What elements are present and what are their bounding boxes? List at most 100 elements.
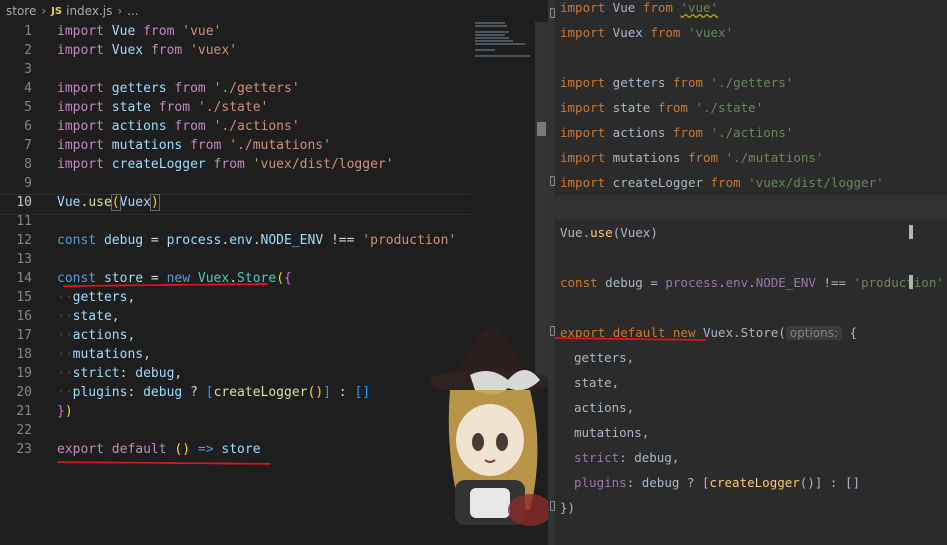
keyword: import <box>57 24 104 39</box>
identifier: : debug, <box>619 450 680 465</box>
parameter-hint: options: <box>785 326 843 340</box>
keyword: import <box>560 100 606 115</box>
breadcrumb-folder[interactable]: store <box>6 4 36 18</box>
identifier: state, <box>72 309 120 324</box>
code-line[interactable]: export default () => store <box>57 440 261 459</box>
function: use <box>590 225 613 240</box>
code-line[interactable]: strict: debug, <box>574 445 679 470</box>
line-number: 10 <box>16 195 32 210</box>
code-line[interactable]: const debug = process.env.NODE_ENV !== '… <box>57 231 456 250</box>
identifier: Vuex.Store( <box>695 325 786 340</box>
keyword: import <box>560 175 606 190</box>
code-line[interactable]: import getters from './getters' <box>57 79 300 98</box>
code-line[interactable]: import getters from './getters' <box>560 70 793 95</box>
identifier: env <box>725 275 749 290</box>
identifier: Vue. <box>560 225 591 240</box>
code-line[interactable]: }) <box>560 495 575 520</box>
minimap[interactable] <box>475 22 535 82</box>
code-line[interactable]: import actions from './actions' <box>57 117 300 136</box>
current-line-highlight <box>554 195 947 220</box>
scrollbar-thumb[interactable] <box>537 122 546 136</box>
string: 'production' <box>362 233 457 248</box>
code-line[interactable]: ··state, <box>57 307 120 326</box>
code-line[interactable]: import actions from './actions' <box>560 120 793 145</box>
line-number: 4 <box>24 81 32 96</box>
keyword: from <box>213 157 245 172</box>
code-line[interactable]: ··mutations, <box>57 345 151 364</box>
code-line[interactable]: import Vue from 'vue' <box>57 22 221 41</box>
code-line[interactable]: actions, <box>574 395 634 420</box>
code-line[interactable]: plugins: debug ? [createLogger()] : [] <box>574 470 860 495</box>
fold-marker-icon[interactable] <box>550 501 555 511</box>
keyword: import <box>57 81 104 96</box>
keyword: const <box>57 233 97 248</box>
indent-guide: ·· <box>57 328 73 343</box>
identifier: process <box>665 275 719 290</box>
fold-marker-icon[interactable] <box>550 176 555 186</box>
identifier: (Vuex) <box>612 225 658 240</box>
code-line[interactable]: const debug = process.env.NODE_ENV !== '… <box>560 270 944 295</box>
code-line[interactable]: getters, <box>574 345 634 370</box>
line-number: 22 <box>16 423 32 438</box>
code-line[interactable]: import createLogger from 'vuex/dist/logg… <box>560 170 884 195</box>
keyword: from <box>158 100 191 115</box>
identifier: debug <box>103 233 144 248</box>
keyword: import <box>560 75 606 90</box>
code-line[interactable]: import state from './state' <box>57 98 268 117</box>
code-line[interactable]: mutations, <box>574 420 649 445</box>
code-line[interactable]: }) <box>57 402 73 421</box>
code-line[interactable]: import Vuex from 'vuex' <box>560 20 733 45</box>
fold-marker-icon[interactable] <box>550 8 555 18</box>
string: './actions' <box>213 119 300 134</box>
string: './actions' <box>710 125 794 140</box>
keyword: from <box>642 0 673 15</box>
code-line[interactable]: ··plugins: debug ? [createLogger()] : [] <box>57 383 370 402</box>
code-line[interactable]: export default new Vuex.Store(options: { <box>560 320 857 346</box>
function: createLogger <box>213 385 308 400</box>
string: './getters' <box>213 81 300 96</box>
keyword: from <box>143 24 175 39</box>
code-line[interactable]: ··strict: debug, <box>57 364 182 383</box>
string: './state' <box>197 100 269 115</box>
identifier: actions, <box>574 400 635 415</box>
identifier: Vuex <box>111 43 144 58</box>
line-number: 12 <box>16 233 32 248</box>
code-line[interactable]: ··getters, <box>57 288 135 307</box>
code-line[interactable]: import mutations from './mutations' <box>560 145 823 170</box>
operator: = <box>143 233 167 248</box>
code-line[interactable]: import mutations from './mutations' <box>57 136 331 155</box>
string: 'vue' <box>182 24 222 39</box>
line-number: 17 <box>16 328 32 343</box>
code-line[interactable]: import Vue from 'vue' <box>560 0 718 20</box>
indent-guide: ·· <box>57 309 73 324</box>
code-line[interactable]: ··actions, <box>57 326 135 345</box>
string: './mutations' <box>229 138 331 153</box>
function: createLogger <box>709 475 800 490</box>
identifier: createLogger <box>605 175 711 190</box>
fold-marker-icon[interactable] <box>550 326 555 336</box>
code-line[interactable]: state, <box>574 370 619 395</box>
red-underline <box>56 461 272 465</box>
bracket: ( <box>110 194 121 211</box>
character-illustration <box>430 328 548 526</box>
keyword: import <box>560 150 606 165</box>
string: 'vue' <box>680 0 719 15</box>
code-line[interactable]: Vue.use(Vuex) <box>560 220 658 245</box>
code-line[interactable]: import createLogger from 'vuex/dist/logg… <box>57 155 394 174</box>
code-line[interactable]: Vue.use(Vuex) <box>57 193 160 212</box>
code-line[interactable]: import state from './state' <box>560 95 763 120</box>
line-number: 2 <box>24 43 32 58</box>
vscode-editor-pane[interactable]: store › JS index.js › ... 1 2 3 4 5 6 7 … <box>0 0 548 545</box>
js-file-icon: JS <box>51 5 63 17</box>
jetbrains-editor-pane[interactable]: import Vue from 'vue' import Vuex from '… <box>548 0 947 545</box>
operator: !== <box>323 233 363 248</box>
breadcrumb-file[interactable]: index.js <box>66 4 112 18</box>
identifier: store <box>221 442 261 457</box>
code-line[interactable]: import Vuex from 'vuex' <box>57 41 237 60</box>
keyword: from <box>672 75 703 90</box>
breadcrumb-symbols[interactable]: ... <box>127 4 138 18</box>
